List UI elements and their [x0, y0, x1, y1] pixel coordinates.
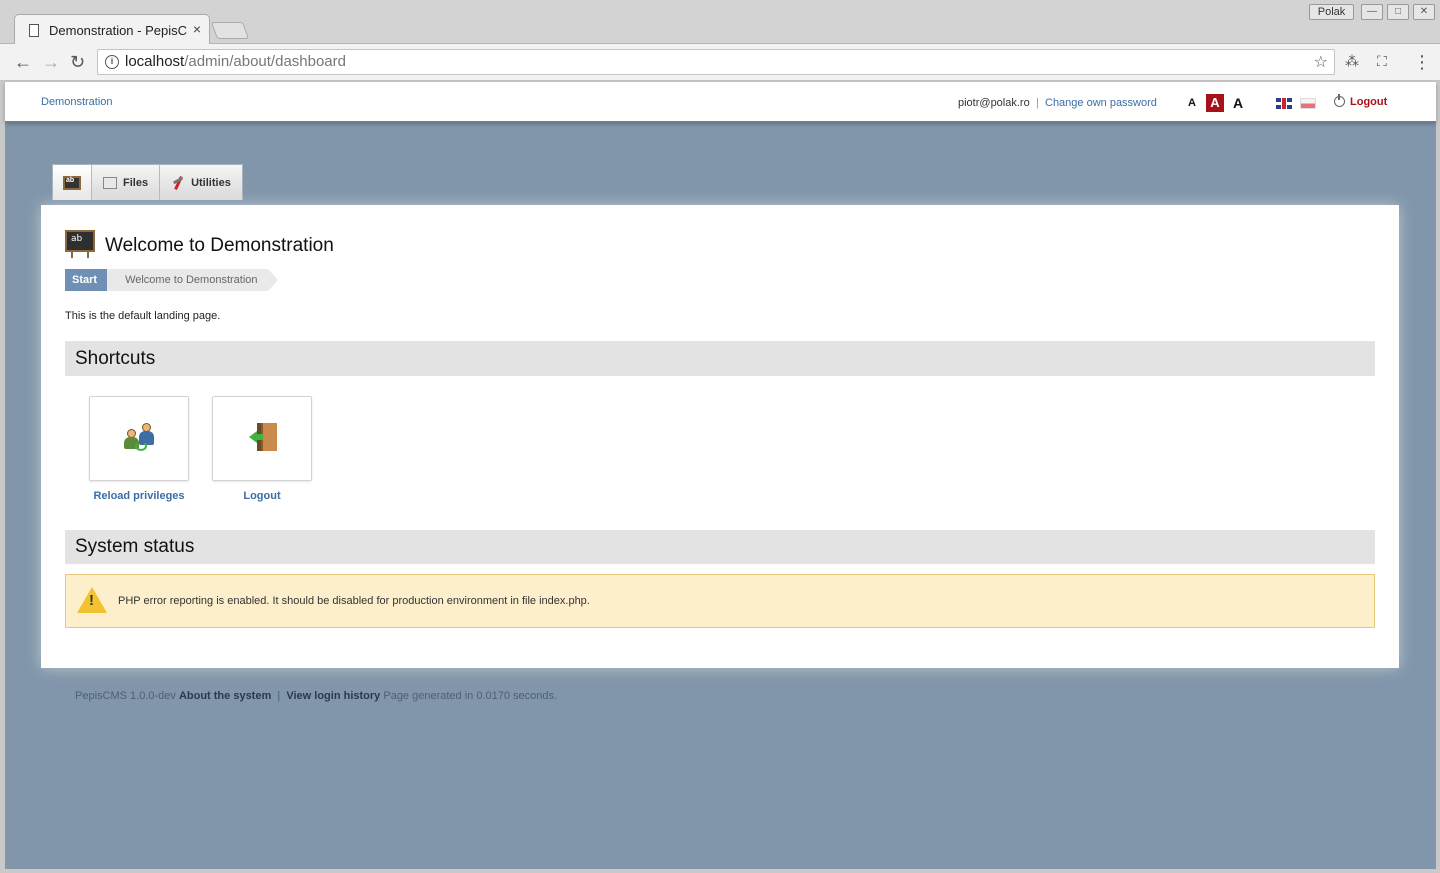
browser-menu-icon[interactable]: ⋮: [1413, 51, 1431, 73]
forward-icon[interactable]: →: [42, 51, 60, 73]
browser-tab[interactable]: Demonstration - PepisC ×: [14, 14, 210, 45]
font-size-medium-button[interactable]: A: [1206, 94, 1224, 112]
page-icon: [29, 24, 39, 37]
menu-item-label: Utilities: [191, 176, 231, 189]
intro-text: This is the default landing page.: [65, 310, 221, 322]
page: Demonstration piotr@polak.ro | Change ow…: [5, 82, 1436, 869]
browser-tabstrip: Demonstration - PepisC × Polak — □ ✕: [0, 0, 1440, 45]
footer-version: PepisCMS 1.0.0-dev: [75, 690, 176, 702]
browser-toolbar: ← → ↻ i localhost/admin/about/dashboard …: [0, 44, 1440, 81]
users-refresh-icon: [123, 423, 157, 453]
page-header: Demonstration piotr@polak.ro | Change ow…: [5, 82, 1436, 122]
tab-title: Demonstration - PepisC: [49, 23, 187, 38]
utilities-icon: [171, 176, 185, 190]
maximize-button[interactable]: □: [1387, 4, 1409, 20]
warning-icon: [77, 587, 107, 613]
reload-privileges-link[interactable]: Reload privileges: [79, 490, 199, 502]
shortcuts-heading: Shortcuts: [65, 341, 1375, 376]
font-size-large-button[interactable]: A: [1229, 94, 1247, 112]
system-status-heading: System status: [65, 530, 1375, 564]
blackboard-icon: [63, 175, 81, 190]
blackboard-icon: ab: [65, 230, 97, 258]
header-separator: |: [1036, 97, 1039, 109]
back-icon[interactable]: ←: [14, 51, 32, 73]
login-history-link[interactable]: View login history: [286, 690, 380, 702]
files-icon: [103, 176, 117, 189]
tab-close-icon[interactable]: ×: [193, 21, 201, 37]
change-password-link[interactable]: Change own password: [1045, 97, 1157, 109]
menu-item-label: Files: [123, 176, 149, 189]
breadcrumb-start[interactable]: Start: [65, 269, 118, 291]
close-window-button[interactable]: ✕: [1413, 4, 1435, 20]
content-panel: ab Welcome to Demonstration Start Welcom…: [41, 205, 1399, 668]
footer: PepisCMS 1.0.0-dev About the system | Vi…: [75, 690, 557, 702]
exit-door-icon: [247, 421, 279, 453]
extension-js-icon[interactable]: ⁂: [1345, 53, 1359, 70]
menu-item-files[interactable]: Files: [92, 165, 161, 200]
extension-capture-icon[interactable]: ⛶: [1377, 53, 1387, 70]
address-bar[interactable]: i localhost/admin/about/dashboard ☆: [97, 49, 1335, 75]
footer-generated: Page generated in 0.0170 seconds.: [383, 690, 558, 702]
url-text[interactable]: localhost/admin/about/dashboard: [125, 53, 346, 70]
logout-shortcut-button[interactable]: [212, 396, 312, 481]
info-icon[interactable]: i: [105, 55, 119, 69]
power-icon: [1334, 94, 1345, 107]
menu-item-dashboard[interactable]: [53, 165, 92, 200]
new-tab-button[interactable]: [210, 22, 250, 39]
polish-flag-icon[interactable]: [1300, 98, 1316, 109]
main-menu: Files Utilities: [52, 164, 243, 200]
site-name-link[interactable]: Demonstration: [41, 96, 113, 108]
logout-shortcut-link[interactable]: Logout: [202, 490, 322, 502]
warning-text: PHP error reporting is enabled. It shoul…: [118, 595, 590, 607]
reload-icon[interactable]: ↻: [70, 51, 85, 73]
font-size-small-button[interactable]: A: [1183, 94, 1201, 112]
logout-link[interactable]: Logout: [1334, 94, 1387, 108]
footer-separator: |: [277, 690, 281, 702]
bookmark-star-icon[interactable]: ☆: [1314, 52, 1328, 72]
warning-box: PHP error reporting is enabled. It shoul…: [65, 574, 1375, 628]
about-system-link[interactable]: About the system: [179, 690, 271, 702]
page-title: Welcome to Demonstration: [105, 235, 334, 256]
profile-button[interactable]: Polak: [1309, 4, 1354, 20]
breadcrumb: Start Welcome to Demonstration: [65, 269, 279, 291]
reload-privileges-button[interactable]: [89, 396, 189, 481]
breadcrumb-current: Welcome to Demonstration: [107, 269, 279, 291]
menu-item-utilities[interactable]: Utilities: [160, 165, 242, 200]
user-email: piotr@polak.ro: [958, 97, 1030, 109]
minimize-button[interactable]: —: [1361, 4, 1383, 20]
english-flag-icon[interactable]: [1276, 98, 1292, 109]
